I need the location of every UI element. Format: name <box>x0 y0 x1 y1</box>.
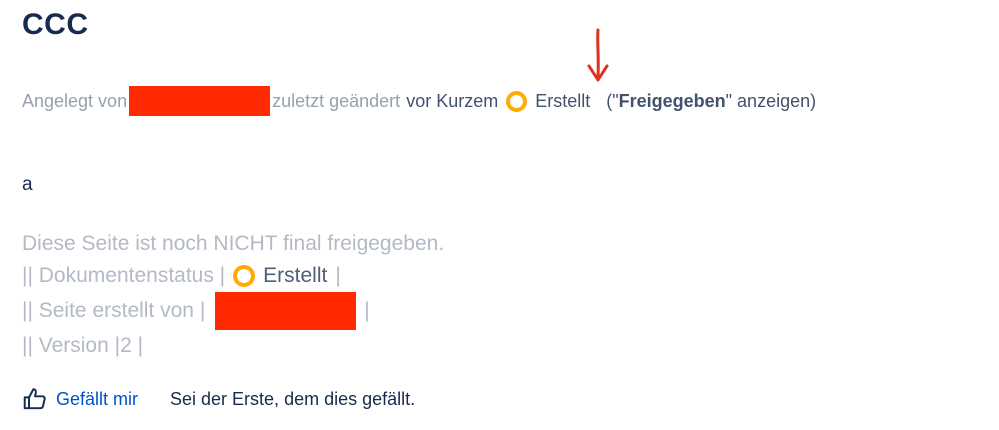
show-approved-suffix: " anzeigen) <box>725 90 817 111</box>
red-arrow-down-icon <box>587 28 609 82</box>
like-bar: Gefällt mir Sei der Erste, dem dies gefä… <box>22 386 415 412</box>
show-approved-link[interactable]: ("Freigegeben" anzeigen) <box>606 91 816 112</box>
page: CCC Angelegt von zuletzt geändert vor Ku… <box>0 0 999 430</box>
content-paragraph: a <box>22 174 33 195</box>
redacted-author <box>129 86 271 116</box>
status-label[interactable]: Erstellt <box>535 91 590 112</box>
like-button[interactable]: Gefällt mir <box>56 389 138 410</box>
show-approved-bold: Freigegeben <box>618 90 726 111</box>
status-circle-icon <box>233 265 256 287</box>
status-row-suffix: | <box>335 264 341 287</box>
status-row-value: Erstellt <box>263 264 328 287</box>
status-row-prefix: || Dokumentenstatus | <box>22 264 226 287</box>
author-row-prefix: || Seite erstellt von | <box>22 299 206 322</box>
redacted-author <box>215 292 357 330</box>
page-title: CCC <box>22 8 89 41</box>
page-byline: Angelegt von zuletzt geändert vor Kurzem… <box>22 86 816 116</box>
approval-text: Diese Seite ist noch NICHT final freigeg… <box>22 232 445 255</box>
info-line-author: || Seite erstellt von | | <box>22 292 444 330</box>
info-line-status: || Dokumentenstatus | Erstellt | <box>22 260 444 292</box>
version-row: || Version |2 | <box>22 334 144 357</box>
info-line-approval: Diese Seite ist noch NICHT final freigeg… <box>22 228 444 260</box>
info-line-version: || Version |2 | <box>22 330 444 362</box>
thumbs-up-icon[interactable] <box>22 386 48 412</box>
modified-time-link[interactable]: vor Kurzem <box>406 91 498 112</box>
author-row-suffix: | <box>364 299 370 322</box>
status-circle-icon <box>506 90 528 112</box>
document-status-block: Diese Seite ist noch NICHT final freigeg… <box>22 228 444 362</box>
created-by-label: Angelegt von <box>22 90 128 111</box>
like-summary: Sei der Erste, dem dies gefällt. <box>170 388 416 409</box>
show-approved-prefix: (" <box>606 90 619 111</box>
modified-label: zuletzt geändert <box>272 90 401 111</box>
